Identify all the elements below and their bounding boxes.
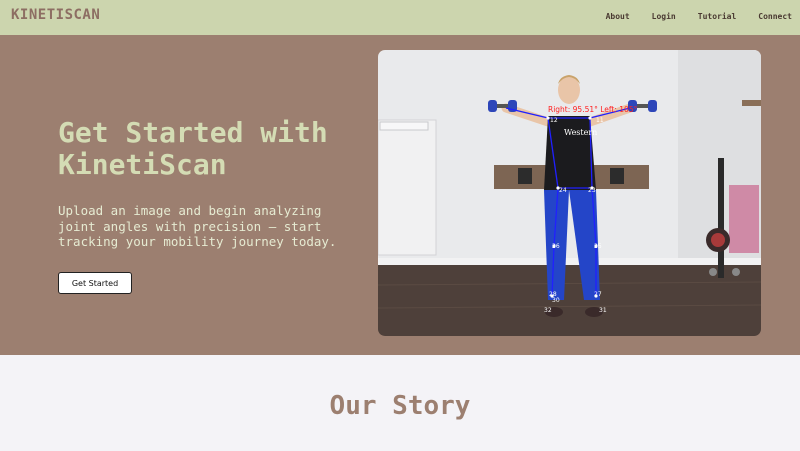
- joint-label: 23: [588, 187, 596, 194]
- joint-label: 24: [559, 187, 567, 194]
- hero-section: Get Started with KinetiScan Upload an im…: [0, 35, 800, 355]
- nav-link-login[interactable]: Login: [652, 12, 676, 21]
- our-story-section: Our Story: [0, 355, 800, 451]
- our-story-heading: Our Story: [329, 391, 471, 421]
- top-navbar: KINETISCAN About Login Tutorial Connect: [0, 0, 800, 35]
- joint-label: 12: [550, 117, 558, 124]
- hero-pose-analysis-image: Western Right: 95.51° Left: 105° 11 12 2…: [378, 50, 761, 336]
- joint-label: 25: [594, 243, 602, 250]
- joint-label: 32: [544, 307, 552, 314]
- hero-subtitle: Upload an image and begin analyzing join…: [58, 203, 337, 249]
- nav-link-about[interactable]: About: [606, 12, 630, 21]
- nav-links: About Login Tutorial Connect: [584, 12, 792, 21]
- joint-label: 31: [599, 307, 607, 314]
- joint-angle-readout: Right: 95.51° Left: 105°: [548, 105, 638, 114]
- joint-label: 30: [552, 297, 560, 304]
- joint-label: 27: [594, 291, 602, 298]
- nav-link-connect[interactable]: Connect: [758, 12, 792, 21]
- get-started-button[interactable]: Get Started: [58, 272, 132, 294]
- joint-label: 11: [596, 117, 604, 124]
- brand-logo-text[interactable]: KINETISCAN: [11, 7, 100, 23]
- nav-link-tutorial[interactable]: Tutorial: [698, 12, 737, 21]
- hero-title: Get Started with KinetiScan: [58, 116, 328, 181]
- shirt-logo-text: Western: [564, 128, 597, 137]
- joint-label: 26: [552, 243, 560, 250]
